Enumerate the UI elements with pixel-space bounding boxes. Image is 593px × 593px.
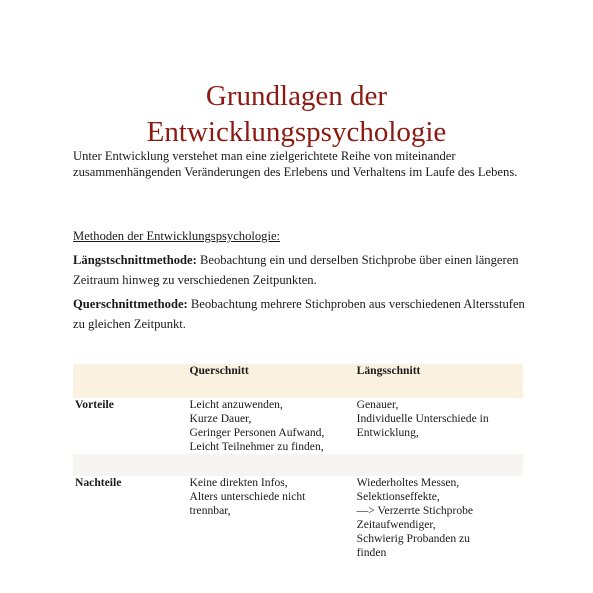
cell-line: Individuelle Unterschiede in — [356, 412, 489, 425]
table-header-empty — [73, 364, 189, 398]
method-term: Querschnittmethode: — [73, 297, 188, 311]
cell-line: —> Verzerrte Stichprobe — [356, 504, 474, 517]
cell-line: Geringer Personen Aufwand, — [189, 426, 325, 439]
cell-querschnitt: Leicht anzuwenden, Kurze Dauer, Geringer… — [189, 398, 356, 454]
table-row-vorteile: Vorteile Leicht anzuwenden, Kurze Dauer,… — [73, 398, 523, 454]
cell-line: trennbar, — [189, 504, 231, 517]
row-label: Vorteile — [75, 398, 114, 411]
cell-line: Genauer, — [356, 398, 399, 411]
cell-line: Leicht Teilnehmer zu finden, — [189, 440, 324, 453]
title-line-1: Grundlagen der — [205, 80, 388, 112]
cell-laengsschnitt: Genauer, Individuelle Unterschiede in En… — [357, 398, 523, 454]
cell-querschnitt: Keine direkten Infos, Alters unterschied… — [189, 476, 356, 560]
table-header-laengsschnitt: Längsschnitt — [356, 364, 421, 377]
cell-line: Wiederholtes Messen, — [356, 476, 460, 489]
table-header-row: Querschnitt Längsschnitt — [73, 364, 523, 398]
method-term: Längstschnittmethode: — [73, 253, 197, 267]
cell-line: Selektionseffekte, — [356, 490, 440, 503]
cell-line: Alters unterschiede nicht — [189, 490, 306, 503]
page-title: Grundlagen der Entwicklungspsychologie — [0, 78, 593, 150]
document-page: Grundlagen der Entwicklungspsychologie U… — [0, 0, 593, 593]
comparison-table: Querschnitt Längsschnitt Vorteile Leicht… — [73, 364, 523, 560]
cell-line: Leicht anzuwenden, — [189, 398, 283, 411]
method-cross-sectional: Querschnittmethode: Beobachtung mehrere … — [73, 294, 533, 334]
title-line-2: Entwicklungspsychologie — [146, 116, 447, 148]
cell-laengsschnitt: Wiederholtes Messen, Selektionseffekte, … — [357, 476, 523, 560]
cell-line: Entwicklung, — [356, 426, 419, 439]
cell-line: finden — [356, 546, 387, 559]
section-heading: Methoden der Entwicklungspsychologie: — [73, 229, 281, 243]
table-row-nachteile: Nachteile Keine direkten Infos, Alters u… — [73, 476, 523, 560]
table-spacer-row — [73, 454, 523, 476]
method-longitudinal: Längstschnittmethode: Beobachtung ein un… — [73, 250, 533, 290]
cell-line: Schwierig Probanden zu — [356, 532, 470, 545]
table-header-querschnitt: Querschnitt — [189, 364, 249, 377]
cell-line: Keine direkten Infos, — [189, 476, 288, 489]
intro-paragraph: Unter Entwicklung verstehet man eine zie… — [73, 149, 518, 179]
row-label: Nachteile — [75, 476, 122, 489]
cell-line: Kurze Dauer, — [189, 412, 252, 425]
cell-line: Zeitaufwendiger, — [356, 518, 436, 531]
